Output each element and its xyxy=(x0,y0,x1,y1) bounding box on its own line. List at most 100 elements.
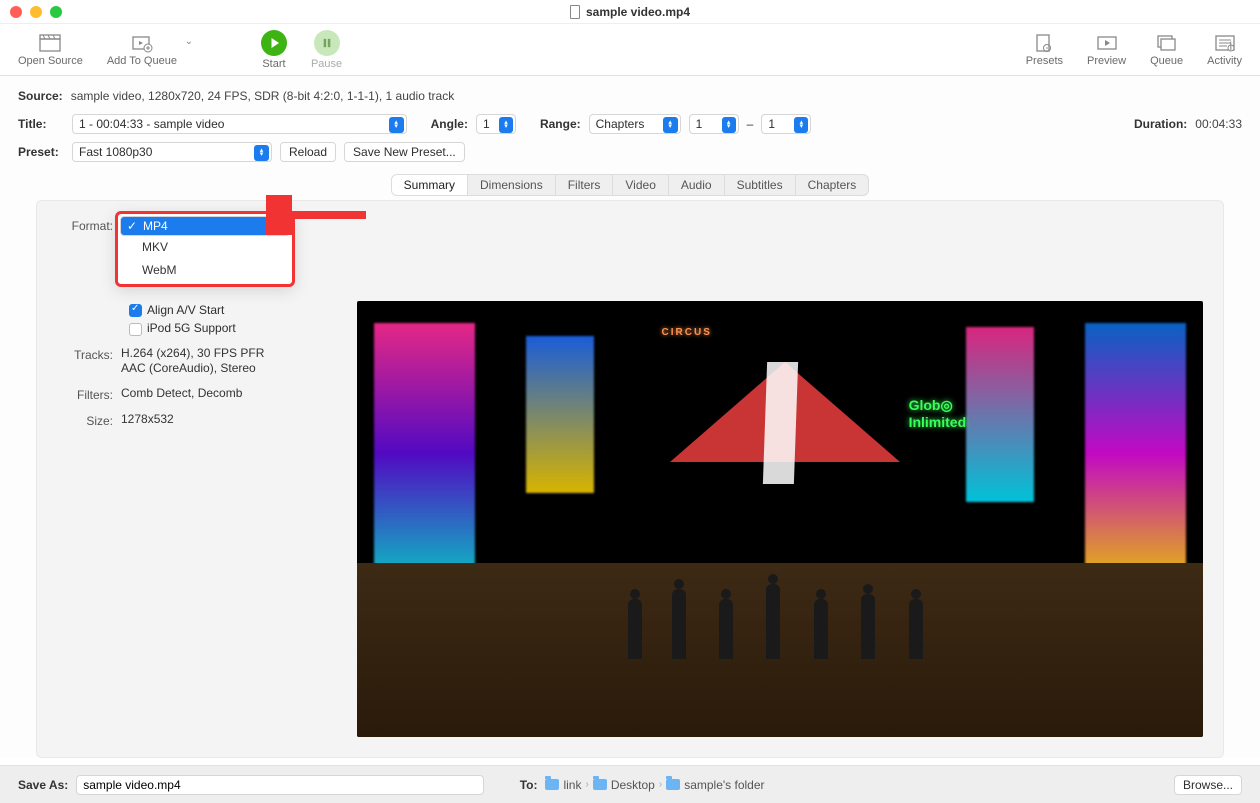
summary-panel: Format: MP4MKVWebM Align A/V Start iPod … xyxy=(36,200,1224,758)
toolbar: Open Source ⌄ Add To Queue Start Pause P… xyxy=(0,24,1260,76)
pause-label: Pause xyxy=(311,58,342,70)
document-icon xyxy=(570,5,580,19)
align-av-checkbox[interactable]: Align A/V Start xyxy=(129,303,301,317)
svg-text:i: i xyxy=(1229,39,1232,53)
size-label: Size: xyxy=(61,412,121,428)
tab-strip: SummaryDimensionsFiltersVideoAudioSubtit… xyxy=(18,166,1242,196)
size-value: 1278x532 xyxy=(121,412,301,427)
folder-icon xyxy=(593,779,607,790)
presets-label: Presets xyxy=(1026,55,1063,67)
tracks-label: Tracks: xyxy=(61,346,121,362)
start-button[interactable]: Start xyxy=(249,24,299,75)
pause-button: Pause xyxy=(299,24,354,75)
format-option-mkv[interactable]: MKV xyxy=(120,236,290,259)
duration-value: 00:04:33 xyxy=(1195,117,1242,131)
play-icon xyxy=(261,30,287,56)
ipod-checkbox[interactable]: iPod 5G Support xyxy=(129,321,301,335)
breadcrumb-part: sample's folder xyxy=(684,778,764,792)
minimize-button[interactable] xyxy=(30,6,42,18)
tab-filters[interactable]: Filters xyxy=(556,175,614,195)
angle-select[interactable]: 1 ▴▾ xyxy=(476,114,516,134)
preview-button[interactable]: Preview xyxy=(1075,24,1138,75)
save-preset-label: Save New Preset... xyxy=(353,145,456,159)
checkbox-checked-icon xyxy=(129,304,142,317)
stepper-icon: ▴▾ xyxy=(794,117,808,133)
preset-value: Fast 1080p30 xyxy=(79,145,152,159)
format-option-webm[interactable]: WebM xyxy=(120,259,290,282)
filters-label: Filters: xyxy=(61,386,121,402)
duration-label: Duration: xyxy=(1134,117,1187,131)
folder-icon xyxy=(666,779,680,790)
presets-button[interactable]: Presets xyxy=(1014,24,1075,75)
open-source-button[interactable]: Open Source xyxy=(6,24,95,75)
add-to-queue-button[interactable]: ⌄ Add To Queue xyxy=(95,24,189,75)
pause-icon xyxy=(314,30,340,56)
stepper-icon: ▴▾ xyxy=(663,117,678,133)
activity-label: Activity xyxy=(1207,55,1242,67)
preview-label: Preview xyxy=(1087,55,1126,67)
browse-button[interactable]: Browse... xyxy=(1174,775,1242,795)
queue-label: Queue xyxy=(1150,55,1183,67)
title-label: Title: xyxy=(18,117,64,131)
add-to-queue-label: Add To Queue xyxy=(107,55,177,67)
footer: Save As: To: link›Desktop›sample's folde… xyxy=(0,765,1260,803)
video-preview: CIRCUS Glob◎Inlimited xyxy=(357,301,1203,737)
preview-icon xyxy=(1095,33,1119,53)
tracks-value: H.264 (x264), 30 FPS PFRAAC (CoreAudio),… xyxy=(121,346,301,376)
destination-breadcrumb[interactable]: link›Desktop›sample's folder xyxy=(545,778,764,792)
open-source-label: Open Source xyxy=(18,55,83,67)
title-value: 1 - 00:04:33 - sample video xyxy=(79,117,224,131)
add-queue-icon xyxy=(130,33,154,53)
info-area: Source: sample video, 1280x720, 24 FPS, … xyxy=(0,76,1260,758)
range-mode-select[interactable]: Chapters ▴▾ xyxy=(589,114,681,134)
queue-icon xyxy=(1155,33,1179,53)
to-label: To: xyxy=(520,778,538,792)
format-label: Format: xyxy=(61,217,121,233)
range-separator: – xyxy=(747,117,754,131)
breadcrumb-part: link xyxy=(563,778,581,792)
save-preset-button[interactable]: Save New Preset... xyxy=(344,142,465,162)
stepper-icon: ▴▾ xyxy=(389,117,404,133)
stepper-icon: ▴▾ xyxy=(499,117,513,133)
tab-summary[interactable]: Summary xyxy=(392,175,468,195)
reload-label: Reload xyxy=(289,145,327,159)
save-as-label: Save As: xyxy=(18,778,68,792)
annotation-arrow xyxy=(266,195,376,235)
title-select[interactable]: 1 - 00:04:33 - sample video ▴▾ xyxy=(72,114,407,134)
source-label: Source: xyxy=(18,89,63,103)
chevron-down-icon[interactable]: ⌄ xyxy=(185,36,193,47)
filters-value: Comb Detect, Decomb xyxy=(121,386,301,401)
tab-audio[interactable]: Audio xyxy=(669,175,725,195)
range-label: Range: xyxy=(540,117,581,131)
zoom-button[interactable] xyxy=(50,6,62,18)
traffic-lights xyxy=(0,6,62,18)
window-title: sample video.mp4 xyxy=(570,5,690,19)
range-from-select[interactable]: 1 ▴▾ xyxy=(689,114,739,134)
queue-button[interactable]: Queue xyxy=(1138,24,1195,75)
stepper-icon: ▴▾ xyxy=(722,117,736,133)
preset-select[interactable]: Fast 1080p30 ▴▾ xyxy=(72,142,272,162)
source-value: sample video, 1280x720, 24 FPS, SDR (8-b… xyxy=(71,89,455,103)
presets-icon xyxy=(1032,33,1056,53)
start-label: Start xyxy=(262,58,285,70)
tab-video[interactable]: Video xyxy=(613,175,668,195)
range-mode-value: Chapters xyxy=(596,117,645,131)
save-as-input[interactable] xyxy=(76,775,483,795)
close-button[interactable] xyxy=(10,6,22,18)
reload-button[interactable]: Reload xyxy=(280,142,336,162)
activity-button[interactable]: i Activity xyxy=(1195,24,1254,75)
summary-left-column: Format: MP4MKVWebM Align A/V Start iPod … xyxy=(61,217,301,438)
tab-dimensions[interactable]: Dimensions xyxy=(468,175,556,195)
preset-label: Preset: xyxy=(18,145,64,159)
angle-value: 1 xyxy=(483,117,490,131)
tab-chapters[interactable]: Chapters xyxy=(796,175,869,195)
range-to-select[interactable]: 1 ▴▾ xyxy=(761,114,811,134)
format-option-mp4[interactable]: MP4 xyxy=(120,216,290,236)
folder-icon xyxy=(545,779,559,790)
window-titlebar: sample video.mp4 xyxy=(0,0,1260,24)
ipod-label: iPod 5G Support xyxy=(147,321,236,335)
tab-subtitles[interactable]: Subtitles xyxy=(725,175,796,195)
range-to-value: 1 xyxy=(768,117,775,131)
activity-icon: i xyxy=(1213,33,1237,53)
breadcrumb-part: Desktop xyxy=(611,778,655,792)
